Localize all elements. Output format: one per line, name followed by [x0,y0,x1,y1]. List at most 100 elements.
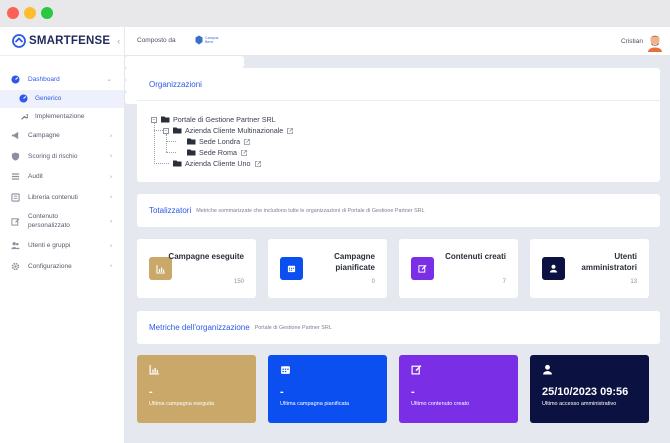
megaphone-icon [11,131,20,140]
tree-node-label: Azienda Cliente Uno [185,159,251,168]
tree-node-child[interactable]: − Azienda Cliente Multinazionale [151,125,660,136]
tree-node-grandchild[interactable]: Sede Londra [151,136,660,147]
tree-node-label: Sede Roma [199,148,237,157]
stat-value: 7 [502,279,506,285]
folder-icon [187,149,196,156]
collapse-toggle-icon[interactable]: − [151,116,157,123]
chevron-right-icon: › [109,262,112,270]
dashboard-icon [11,75,20,84]
collapse-toggle-icon[interactable]: − [163,127,169,134]
org-metrics-header: Metriche dell'organizzazione Portale di … [137,311,660,344]
sidebar-item-label: Audit [28,173,43,181]
sidebar-item-label: Dashboard [28,75,60,83]
dashboard-icon [19,94,28,103]
tree-node-label: Sede Londra [199,137,241,146]
sidebar-item-configurazione[interactable]: Configurazione › [0,256,124,277]
chevron-right-icon: › [109,132,112,140]
org-metrics-title: Metriche dell'organizzazione [149,323,250,332]
sidebar-item-dashboard[interactable]: Dashboard ⌄ [0,69,124,90]
chevron-down-icon: ⌄ [106,76,112,84]
user-icon [543,364,552,375]
stat-label: Utenti amministratori [581,252,637,272]
stat-label: Campagne pianificate [334,252,375,272]
avatar[interactable] [646,32,664,52]
metric-label: Ultimo accesso amministrativo [542,401,617,407]
metric-card-ultimo-contenuto-creato: - Ultimo contenuto creato [399,355,518,423]
partner-logo-line: Bene [205,40,214,44]
card-partial [125,56,244,68]
sidebar-item-libreria[interactable]: Libreria contenuti › [0,187,124,208]
shield-icon [11,152,20,161]
collapse-sidebar-icon[interactable]: ‹ [117,36,120,46]
close-window-button[interactable] [7,7,19,19]
stat-card-contenuti-creati: Contenuti creati 7 [399,239,518,298]
brand: SMARTFENSE ‹ [0,27,124,56]
tree-node-child[interactable]: Azienda Cliente Uno [151,158,660,169]
tree-node-label: Azienda Cliente Multinazionale [185,126,284,135]
sidebar-item-label: Contenuto personalizzato [28,213,70,229]
partner-logo: Campus Bene [195,35,218,45]
org-metrics-subtitle: Portale di Gestione Partner SRL [254,324,332,331]
chevron-right-icon: › [109,242,112,250]
minimize-window-button[interactable] [24,7,36,19]
metric-card-ultima-campagna-eseguita: - Ultima campagna eseguita [137,355,256,423]
external-link-icon[interactable] [244,138,251,145]
sidebar: SMARTFENSE ‹ Dashboard ⌄ Generico Implem… [0,27,125,443]
metric-value: - [149,386,153,398]
metric-card-ultimo-accesso-amministrativo: 25/10/2023 09:56 Ultimo accesso amminist… [530,355,649,423]
window-titlebar [0,0,670,27]
metric-label: Ultimo contenuto creato [411,401,470,407]
tree-node-grandchild[interactable]: Sede Roma [151,147,660,158]
topbar: Composto da Campus Bene Cristian [125,27,670,56]
main-content: Organizzazioni − Portale di Gestione Par… [125,56,670,443]
stat-value: 13 [630,279,637,285]
external-link-icon[interactable] [287,127,294,134]
metric-card-ultima-campagna-pianificata: - Ultima campagna pianificata [268,355,387,423]
stat-card-campagne-eseguite: Campagne eseguite 150 [137,239,256,298]
tree-node-root[interactable]: − Portale di Gestione Partner SRL [151,114,660,125]
folder-icon [187,138,196,145]
calendar-icon [281,366,290,374]
folder-open-icon [161,116,170,123]
user-name[interactable]: Cristian [621,38,643,45]
external-link-icon[interactable] [241,149,247,156]
maximize-window-button[interactable] [41,7,53,19]
external-link-icon[interactable] [254,160,261,167]
organizations-header: Organizzazioni [137,68,660,101]
chevron-right-icon: › [109,217,112,225]
sidebar-item-audit[interactable]: Audit › [0,167,124,188]
sidebar-item-label: Scoring di rischio [28,152,78,160]
sidebar-item-scoring[interactable]: Scoring di rischio › [0,146,124,167]
chart-icon [149,365,159,375]
totals-subtitle: Metriche sommarizzate che includono tutt… [196,207,425,214]
stat-card-campagne-pianificate: Campagne pianificate 0 [268,239,387,298]
folder-open-icon [173,127,182,134]
brand-name: SMARTFENSE [29,35,111,47]
sidebar-item-campagne[interactable]: Campagne › [0,126,124,147]
metric-value: 25/10/2023 09:56 [542,386,629,398]
organizations-card: Organizzazioni − Portale di Gestione Par… [137,68,660,182]
stat-label: Campagne eseguite [168,252,244,261]
sidebar-subitem-generico[interactable]: Generico [0,89,124,108]
sidebar-item-label: Libreria contenuti [28,193,78,201]
totals-header: Totalizzatori Metriche sommarizzate che … [137,194,660,227]
stat-value: 0 [371,279,375,285]
chevron-right-icon: › [109,152,112,160]
users-icon [11,241,20,250]
stat-value: 150 [233,279,244,285]
sidebar-item-contenuto-personalizzato[interactable]: Contenuto personalizzato › [0,208,124,236]
metric-value: - [280,386,284,398]
chevron-right-icon: › [109,173,112,181]
gear-icon [11,262,20,271]
edit-icon [11,217,20,226]
campus-logo-icon [195,35,203,45]
sidebar-item-label: Utenti e gruppi [28,242,71,250]
sidebar-item-utenti[interactable]: Utenti e gruppi › [0,236,124,257]
smartfense-logo-icon [12,34,26,48]
sidebar-item-label: Configurazione [28,262,72,270]
sidebar-subitem-implementazione[interactable]: Implementazione [0,108,124,126]
metric-label: Ultima campagna eseguita [149,401,215,407]
wrench-icon [19,112,28,121]
chevron-right-icon: › [109,193,112,201]
sidebar-nav: Dashboard ⌄ Generico Implementazione Cam… [0,56,124,277]
